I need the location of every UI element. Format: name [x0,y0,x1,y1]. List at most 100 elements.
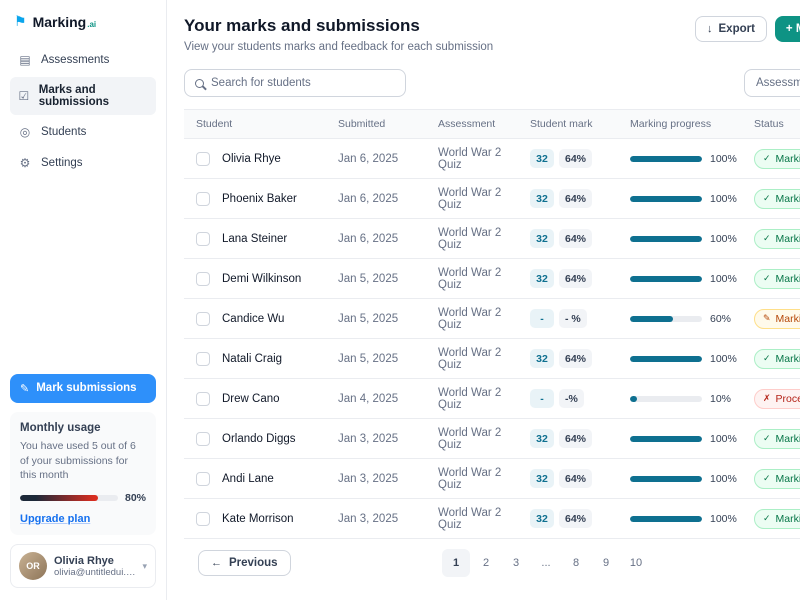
student-name: Orlando Diggs [222,433,296,445]
upgrade-plan-link[interactable]: Upgrade plan [20,513,90,525]
left-arrow-icon: ← [211,557,222,569]
mark-badge: - [530,389,554,408]
previous-page-button[interactable]: ← Previous [198,550,291,576]
search-box [184,69,406,97]
usage-progress-bar [20,495,118,501]
status-icon: ✓ [763,513,771,524]
mark-badge: 32 [530,509,554,528]
usage-progress-fill [20,495,98,501]
mark-percent-badge: - % [559,309,587,328]
table-row[interactable]: Lana Steiner Jan 6, 2025 World War 2 Qui… [184,219,800,259]
table-row[interactable]: Kate Morrison Jan 3, 2025 World War 2 Qu… [184,499,800,539]
export-button[interactable]: ↓ Export [695,16,767,42]
page-number-2[interactable]: 2 [472,549,500,577]
row-checkbox[interactable] [196,272,210,286]
status-icon: ✓ [763,233,771,244]
page-number-8[interactable]: 8 [562,549,590,577]
page-number-9[interactable]: 9 [592,549,620,577]
table-row[interactable]: Drew Cano Jan 4, 2025 World War 2 Quiz -… [184,379,800,419]
marks-and-submissions-icon: ☑ [18,89,30,103]
usage-description: You have used 5 out of 6 of your submiss… [20,439,146,483]
progress-label: 100% [710,273,737,285]
marking-progress-bar [630,356,702,362]
status-icon: ✓ [763,193,771,204]
mark-submissions-button[interactable]: ✎ Mark submissions [10,374,156,403]
table-row[interactable]: Natali Craig Jan 5, 2025 World War 2 Qui… [184,339,800,379]
status-icon: ✓ [763,433,771,444]
status-icon: ✓ [763,473,771,484]
table-row[interactable]: Demi Wilkinson Jan 5, 2025 World War 2 Q… [184,259,800,299]
table-row[interactable]: Candice Wu Jan 5, 2025 World War 2 Quiz … [184,299,800,339]
monthly-usage-card: Monthly usage You have used 5 out of 6 o… [10,412,156,535]
sidebar-item-settings[interactable]: ⚙ Settings [10,149,156,177]
sidebar-bottom: ✎ Mark submissions Monthly usage You hav… [10,374,156,588]
row-checkbox[interactable] [196,392,210,406]
search-input[interactable] [211,77,395,89]
marking-progress-bar [630,396,702,402]
sidebar-item-students[interactable]: ◎ Students [10,118,156,146]
page-number-3[interactable]: 3 [502,549,530,577]
table-row[interactable]: Andi Lane Jan 3, 2025 World War 2 Quiz 3… [184,459,800,499]
student-name: Olivia Rhye [222,153,281,165]
assessment-dropdown[interactable]: Assessment [744,69,800,97]
column-header-assessment: Assessment [426,118,518,130]
table-header-row: StudentSubmittedAssessmentStudent markMa… [184,109,800,139]
mark-badge: 32 [530,429,554,448]
filter-row: Assessment [184,69,800,97]
mark-percent-badge: 64% [559,469,592,488]
row-checkbox[interactable] [196,232,210,246]
mark-percent-badge: 64% [559,269,592,288]
assessment-name: World War 2 Quiz [426,227,518,251]
row-checkbox[interactable] [196,312,210,326]
progress-label: 100% [710,433,737,445]
sidebar-item-assessments[interactable]: ▤ Assessments [10,46,156,74]
status-badge: ✓ Marking complete [754,189,800,209]
mark-badge: 32 [530,189,554,208]
mark-percent-badge: 64% [559,149,592,168]
mark-badge: 32 [530,229,554,248]
sidebar-item-marks-and-submissions[interactable]: ☑ Marks and submissions [10,77,156,115]
progress-label: 100% [710,353,737,365]
mark-badge: 32 [530,469,554,488]
new-mark-button[interactable]: + M [775,16,800,42]
status-icon: ✓ [763,353,771,364]
page-subtitle: View your students marks and feedback fo… [184,41,800,53]
user-email: olivia@untitledui.com [54,567,135,578]
logo[interactable]: ⚑ Marking.ai [10,14,156,46]
row-checkbox[interactable] [196,352,210,366]
sidebar-nav: ▤ Assessments ☑ Marks and submissions ◎ … [10,46,156,180]
mark-percent-badge: 64% [559,189,592,208]
status-badge: ✓ Marking complete [754,229,800,249]
mark-badge: 32 [530,269,554,288]
row-checkbox[interactable] [196,512,210,526]
table-row[interactable]: Olivia Rhye Jan 6, 2025 World War 2 Quiz… [184,139,800,179]
assessment-name: World War 2 Quiz [426,267,518,291]
sidebar: ⚑ Marking.ai ▤ Assessments ☑ Marks and s… [0,0,167,600]
page-number-1[interactable]: 1 [442,549,470,577]
marking-progress-bar [630,316,702,322]
marking-progress-bar [630,516,702,522]
submitted-date: Jan 5, 2025 [326,353,426,365]
app-window: ⚑ Marking.ai ▤ Assessments ☑ Marks and s… [0,0,800,600]
marking-progress-bar [630,156,702,162]
usage-title: Monthly usage [20,422,146,434]
row-checkbox[interactable] [196,192,210,206]
progress-label: 100% [710,153,737,165]
search-icon [195,79,204,88]
page-number-10[interactable]: 10 [622,549,650,577]
row-checkbox[interactable] [196,472,210,486]
table-row[interactable]: Phoenix Baker Jan 6, 2025 World War 2 Qu… [184,179,800,219]
settings-icon: ⚙ [18,156,32,170]
column-header-student: Student [184,118,326,130]
mark-percent-badge: -% [559,389,584,408]
status-badge: ✓ Marking complete [754,349,800,369]
status-badge: ✓ Marking complete [754,269,800,289]
user-card[interactable]: OR Olivia Rhye olivia@untitledui.com ▾ [10,544,156,588]
mark-percent-badge: 64% [559,349,592,368]
row-checkbox[interactable] [196,152,210,166]
column-header-progress: Marking progress [618,118,742,130]
table-row[interactable]: Orlando Diggs Jan 3, 2025 World War 2 Qu… [184,419,800,459]
row-checkbox[interactable] [196,432,210,446]
student-name: Phoenix Baker [222,193,297,205]
status-badge: ✎ Marking in progress [754,309,800,329]
